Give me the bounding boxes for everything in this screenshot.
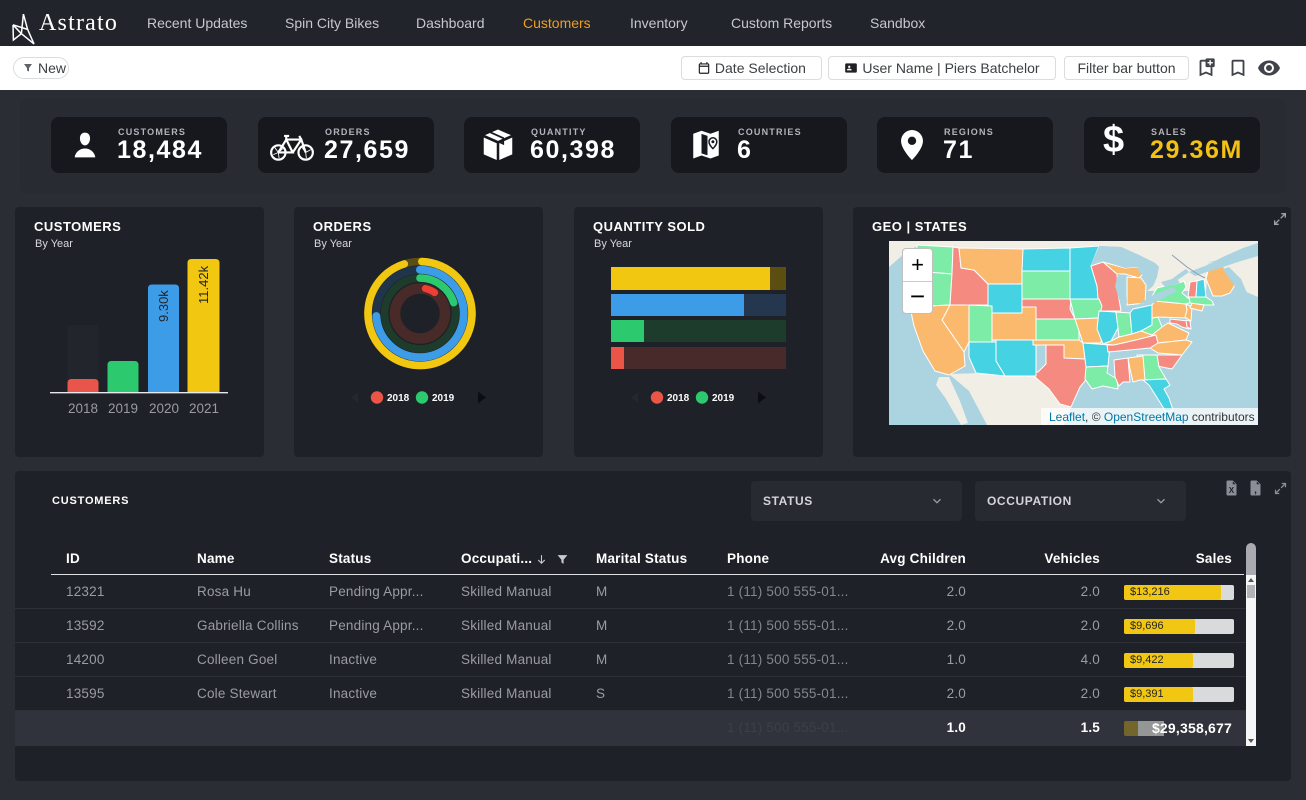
svg-text:,: ,: [1254, 485, 1257, 496]
svg-text:X: X: [1229, 486, 1235, 495]
svg-text:2019: 2019: [432, 393, 455, 404]
svg-text:2019: 2019: [108, 401, 138, 416]
svg-text:Leaflet, © OpenStreetMap contr: Leaflet, © OpenStreetMap contributors: [1049, 410, 1255, 424]
svg-text:11.42k: 11.42k: [196, 265, 211, 304]
svg-text:2018: 2018: [667, 393, 690, 404]
svg-text:2018: 2018: [387, 393, 410, 404]
svg-text:2018: 2018: [68, 401, 98, 416]
svg-text:2021: 2021: [189, 401, 219, 416]
svg-text:2020: 2020: [149, 401, 179, 416]
svg-text:2019: 2019: [712, 393, 735, 404]
svg-text:9.30k: 9.30k: [156, 290, 171, 322]
